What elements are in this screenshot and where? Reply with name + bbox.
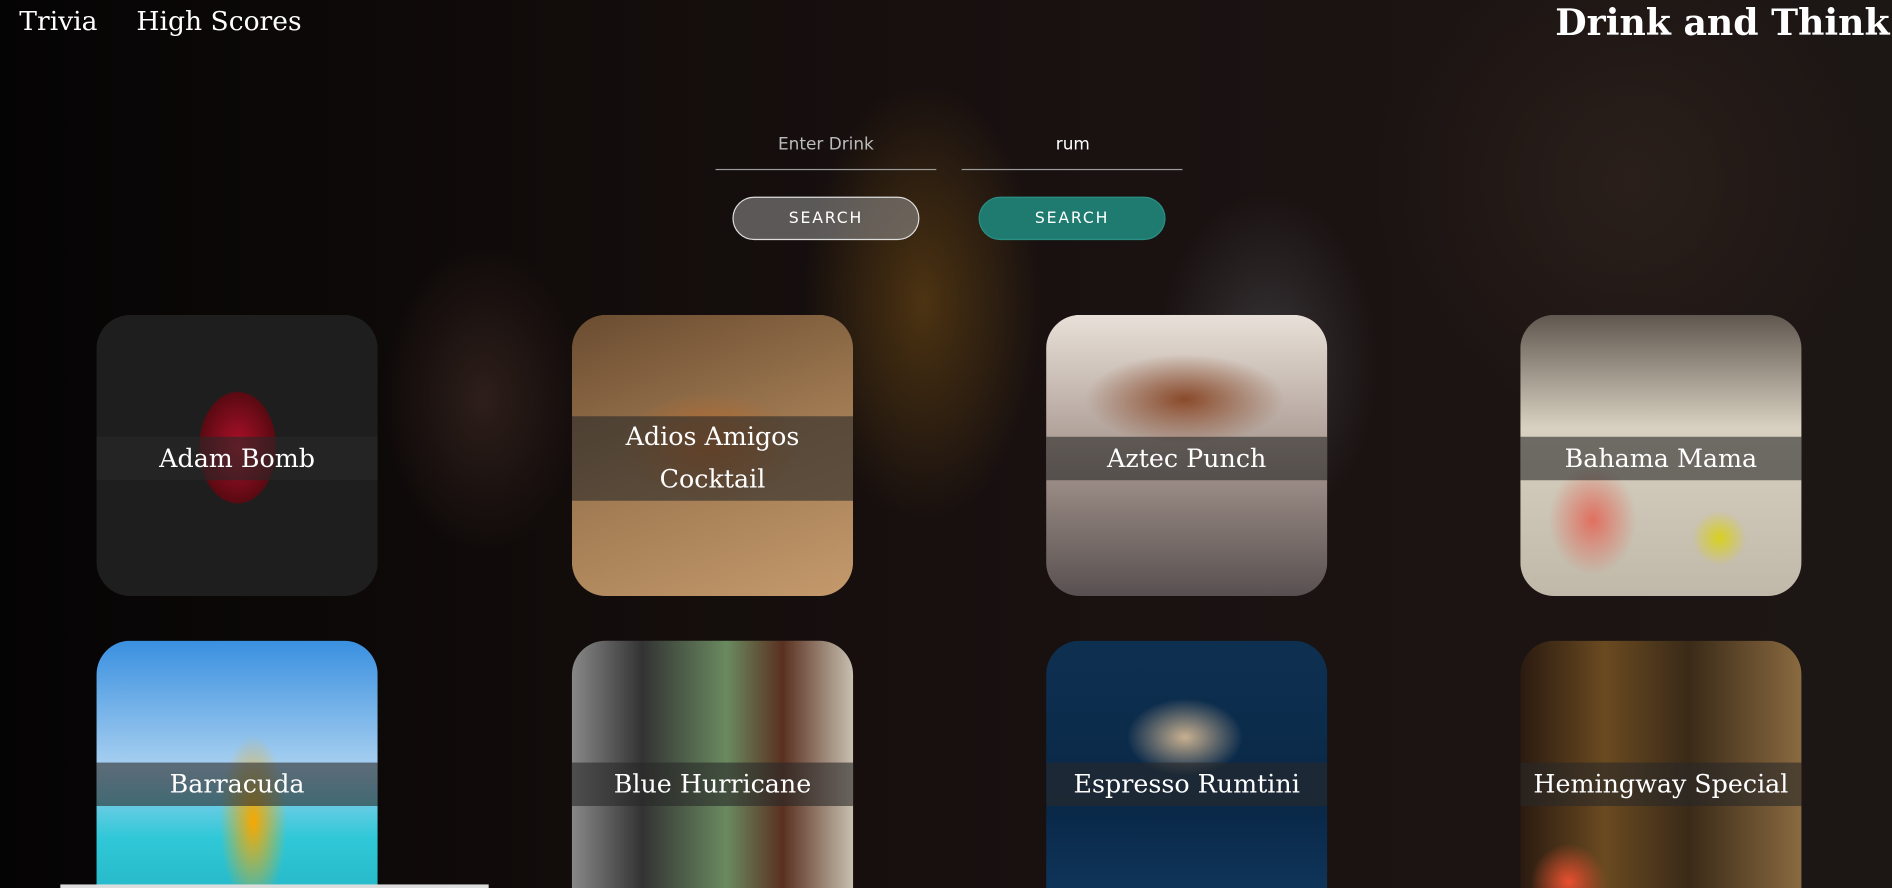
drink-name: Aztec Punch [1046, 436, 1328, 481]
drink-name: Barracuda [96, 762, 378, 807]
drink-name: Adios Amigos Cocktail [571, 416, 854, 501]
drink-card[interactable]: Adios Amigos Cocktail [571, 314, 854, 597]
drink-name: Adam Bomb [96, 436, 378, 481]
drink-card[interactable]: Bahama Mama [1520, 314, 1802, 597]
drink-card[interactable]: Blue Hurricane [571, 640, 854, 888]
drink-card[interactable]: Espresso Rumtini [1046, 640, 1328, 888]
drink-search-field [715, 120, 937, 171]
search-drink-button[interactable]: SEARCH [732, 196, 920, 241]
page: Trivia High Scores Drink and Think SEARC… [0, 0, 1892, 888]
drink-card[interactable]: Hemingway Special [1520, 640, 1802, 888]
nav-high-scores[interactable]: High Scores [136, 7, 301, 37]
app-title: Drink and Think [1555, 2, 1890, 45]
drink-name: Blue Hurricane [571, 762, 854, 807]
drink-name: Hemingway Special [1520, 762, 1802, 807]
drink-search-input[interactable] [715, 120, 937, 169]
drink-card[interactable]: Aztec Punch [1046, 314, 1328, 597]
nav-trivia[interactable]: Trivia [19, 7, 97, 37]
drink-name: Bahama Mama [1520, 436, 1802, 481]
search-ingredient-button[interactable]: SEARCH [978, 196, 1166, 241]
ingredient-search-input[interactable] [961, 120, 1183, 169]
drink-name: Espresso Rumtini [1046, 762, 1328, 807]
horizontal-scrollbar[interactable] [60, 884, 489, 888]
drink-card[interactable]: Barracuda [96, 640, 378, 888]
ingredient-search-field [961, 120, 1183, 171]
drink-card[interactable]: Adam Bomb [96, 314, 378, 597]
